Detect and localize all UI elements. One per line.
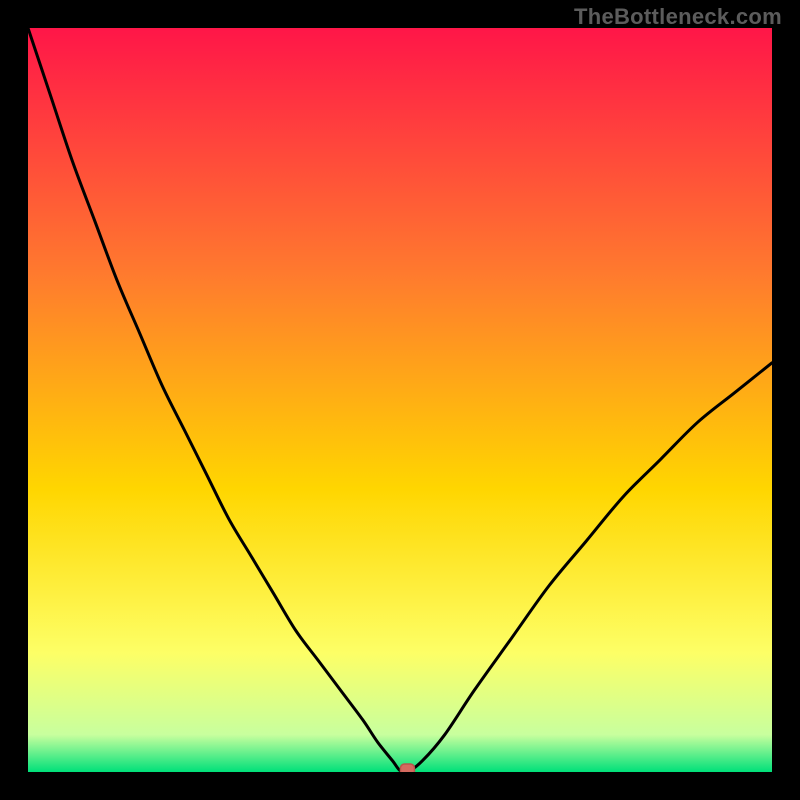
- chart-svg: [28, 28, 772, 772]
- gradient-background: [28, 28, 772, 772]
- watermark-text: TheBottleneck.com: [574, 4, 782, 30]
- chart-frame: TheBottleneck.com: [0, 0, 800, 800]
- optimal-marker: [400, 764, 414, 772]
- plot-area: [28, 28, 772, 772]
